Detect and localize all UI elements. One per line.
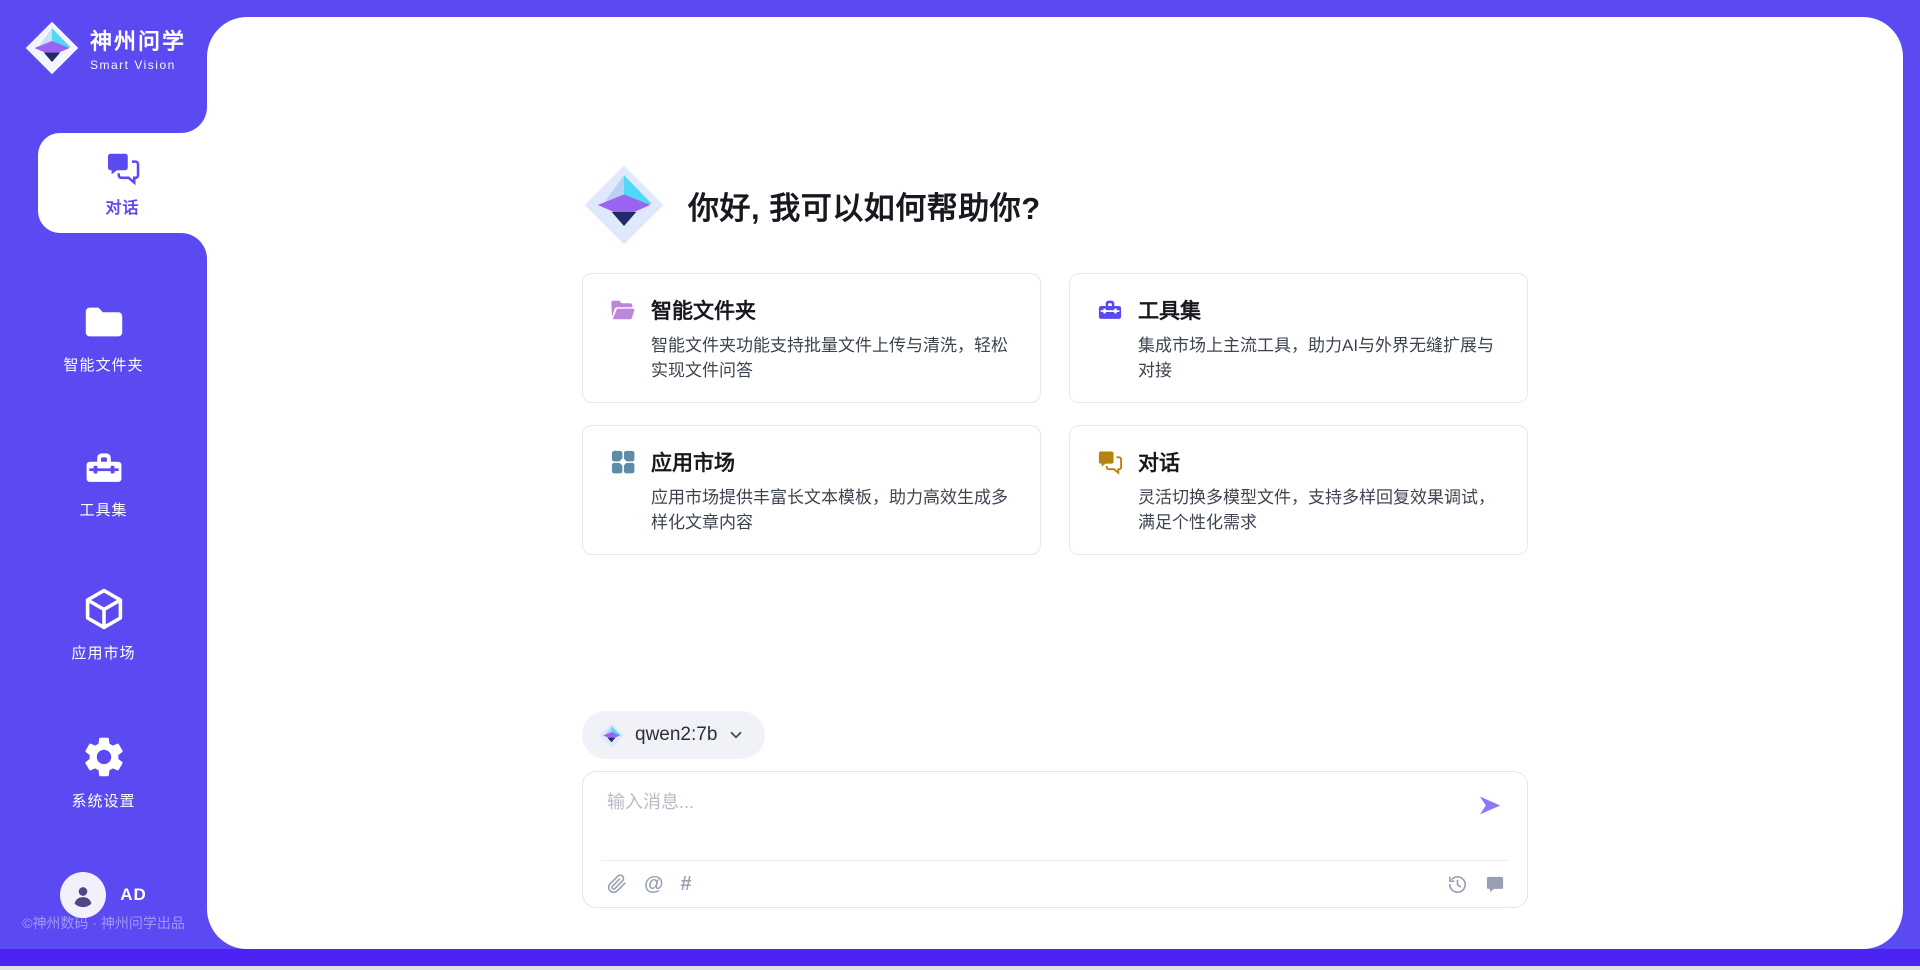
brand-subtitle: Smart Vision xyxy=(90,58,186,72)
composer-toolbar: @ # xyxy=(583,861,1527,907)
sidebar-item-app-market[interactable]: 应用市场 xyxy=(0,585,207,663)
card-title: 对话 xyxy=(1138,447,1180,477)
brand: 神州问学 Smart Vision xyxy=(24,20,186,76)
chat-bubbles-icon xyxy=(1096,448,1124,476)
paperclip-icon xyxy=(607,874,627,894)
card-description: 应用市场提供丰富长文本模板，助力高效生成多样化文章内容 xyxy=(651,485,1014,535)
brand-title: 神州问学 xyxy=(90,24,186,56)
open-folder-icon xyxy=(609,296,637,324)
toolbox-icon xyxy=(82,446,126,490)
sidebar-item-settings[interactable]: 系统设置 xyxy=(0,733,207,811)
greeting-diamond-logo-icon xyxy=(582,163,666,247)
sidebar-item-label: 应用市场 xyxy=(71,642,135,663)
card-smart-folder[interactable]: 智能文件夹 智能文件夹功能支持批量文件上传与清洗，轻松实现文件问答 xyxy=(582,273,1041,403)
sidebar-item-label: 工具集 xyxy=(79,499,127,520)
sidebar: 神州问学 Smart Vision 对话 智能文件夹 xyxy=(0,0,207,949)
card-title: 应用市场 xyxy=(651,447,735,477)
greeting: 你好, 我可以如何帮助你? xyxy=(582,163,1528,247)
tab-corner-top xyxy=(181,107,207,133)
sidebar-item-label: 智能文件夹 xyxy=(63,354,143,375)
mention-button[interactable]: @ xyxy=(644,873,664,896)
card-description: 集成市场上主流工具，助力AI与外界无缝扩展与对接 xyxy=(1138,333,1501,383)
feedback-button[interactable] xyxy=(1485,874,1505,894)
mention-icon: @ xyxy=(644,873,664,896)
sidebar-item-chat[interactable]: 对话 xyxy=(38,133,207,233)
bottom-strip xyxy=(0,966,1920,970)
card-description: 智能文件夹功能支持批量文件上传与清洗，轻松实现文件问答 xyxy=(651,333,1014,383)
sidebar-footer: ©神州数码 · 神州问学出品 xyxy=(0,913,207,933)
card-title: 智能文件夹 xyxy=(651,295,756,325)
history-button[interactable] xyxy=(1447,874,1468,895)
sidebar-item-label: 对话 xyxy=(105,194,139,218)
attach-button[interactable] xyxy=(607,874,627,894)
model-name: qwen2:7b xyxy=(635,724,717,746)
sidebar-item-label: 系统设置 xyxy=(71,790,135,811)
model-diamond-logo-icon xyxy=(598,722,625,749)
send-icon xyxy=(1476,792,1503,819)
composer: @ # xyxy=(582,771,1528,908)
page-title: 你好, 我可以如何帮助你? xyxy=(688,183,1041,228)
feature-cards: 智能文件夹 智能文件夹功能支持批量文件上传与清洗，轻松实现文件问答 工具集 集成… xyxy=(582,273,1528,555)
hash-icon: # xyxy=(681,873,692,896)
user-avatar-icon xyxy=(69,881,97,909)
cube-icon xyxy=(80,585,128,633)
card-app-market[interactable]: 应用市场 应用市场提供丰富长文本模板，助力高效生成多样化文章内容 xyxy=(582,425,1041,555)
user-profile[interactable]: AD xyxy=(0,872,207,918)
sidebar-item-smart-folder[interactable]: 智能文件夹 xyxy=(0,299,207,375)
card-title: 工具集 xyxy=(1138,295,1201,325)
send-button[interactable] xyxy=(1474,790,1505,824)
user-name: AD xyxy=(120,885,147,905)
folder-icon xyxy=(81,299,127,345)
card-description: 灵活切换多模型文件，支持多样回复效果调试，满足个性化需求 xyxy=(1138,485,1501,535)
hash-button[interactable]: # xyxy=(681,873,692,896)
tab-corner-bottom xyxy=(181,233,207,259)
gear-icon xyxy=(80,733,128,781)
sidebar-item-toolset[interactable]: 工具集 xyxy=(0,446,207,520)
main-panel: 你好, 我可以如何帮助你? 智能文件夹 智能文件夹功能支持批量文件上传与清洗，轻… xyxy=(207,17,1903,949)
chat-square-icon xyxy=(1485,874,1505,894)
model-selector[interactable]: qwen2:7b xyxy=(582,711,765,759)
grid-tiles-icon xyxy=(609,448,637,476)
history-icon xyxy=(1447,874,1468,895)
toolbox-icon xyxy=(1096,296,1124,324)
avatar xyxy=(60,872,106,918)
chevron-down-icon xyxy=(727,726,745,744)
bottom-band xyxy=(0,949,1920,966)
brand-diamond-logo-icon xyxy=(24,20,80,76)
message-input[interactable] xyxy=(607,788,1462,838)
chat-bubbles-icon xyxy=(104,149,142,187)
card-toolset[interactable]: 工具集 集成市场上主流工具，助力AI与外界无缝扩展与对接 xyxy=(1069,273,1528,403)
card-chat[interactable]: 对话 灵活切换多模型文件，支持多样回复效果调试，满足个性化需求 xyxy=(1069,425,1528,555)
main-content: 你好, 我可以如何帮助你? 智能文件夹 智能文件夹功能支持批量文件上传与清洗，轻… xyxy=(582,163,1528,908)
